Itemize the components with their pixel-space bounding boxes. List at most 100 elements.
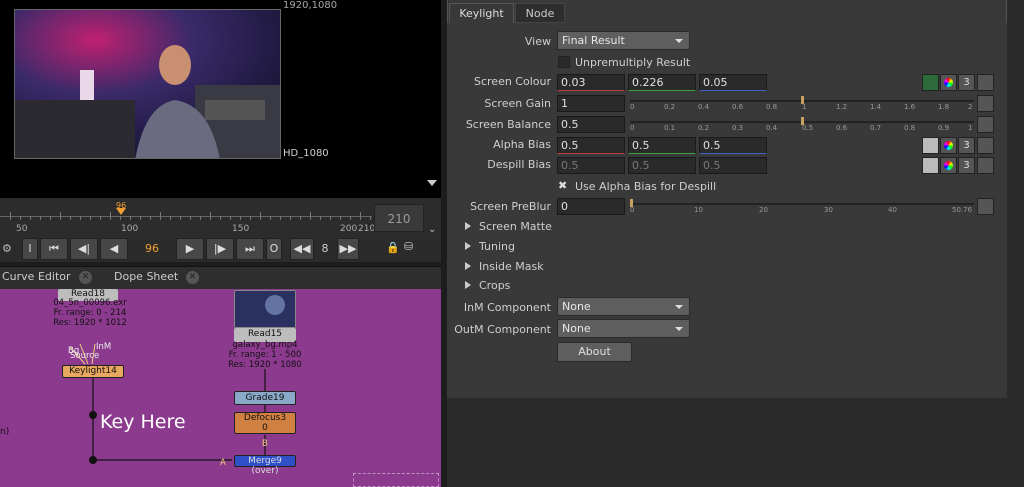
inm-component-dropdown[interactable]: None — [557, 297, 690, 316]
despill-bias-b[interactable]: 0.5 — [699, 157, 767, 174]
despill-bias-r[interactable]: 0.5 — [557, 157, 625, 174]
animation-curve-icon[interactable] — [977, 198, 994, 215]
last-frame-button[interactable]: ⏭ — [236, 238, 264, 260]
gear-icon[interactable]: ⚙ — [2, 242, 12, 255]
node-title: Read15 — [247, 329, 283, 339]
close-icon[interactable]: ✕ — [186, 271, 199, 284]
tab-node[interactable]: Node — [515, 3, 565, 23]
tick-label: 150 — [232, 224, 250, 234]
input-label: Source — [70, 351, 100, 361]
in-point-button[interactable]: I — [22, 238, 38, 260]
channel-count-button[interactable]: 3 — [958, 74, 975, 91]
timeline-tick — [170, 216, 171, 220]
color-swatch-icon[interactable] — [922, 137, 939, 154]
preblur-label: Screen PreBlur — [470, 200, 551, 213]
color-swatch-icon[interactable] — [922, 157, 939, 174]
step-forward-button[interactable]: ▶▶ — [337, 238, 359, 260]
color-wheel-icon[interactable] — [940, 74, 957, 91]
grade19-node[interactable]: Grade19 — [234, 391, 296, 405]
merge9-node[interactable]: Merge9 (over) — [234, 455, 296, 476]
timeline-tick — [240, 216, 241, 220]
color-wheel-icon[interactable] — [940, 137, 957, 154]
timeline-tick — [40, 216, 41, 220]
use-alpha-bias-checkbox[interactable]: ✖ — [558, 179, 567, 192]
outm-component-label: OutM Component — [454, 323, 551, 336]
defocus3-node[interactable]: Defocus3 0 — [234, 412, 296, 434]
alpha-bias-b[interactable]: 0.5 — [699, 137, 767, 154]
timeline-tick — [270, 216, 271, 220]
alpha-bias-r[interactable]: 0.5 — [557, 137, 625, 154]
node-res: Res: 1920 * 1012 — [53, 318, 127, 328]
color-wheel-icon[interactable] — [940, 157, 957, 174]
animation-curve-icon[interactable] — [977, 74, 994, 91]
timeline-tick — [150, 216, 151, 220]
timeline-tick — [370, 216, 371, 220]
unpremultiply-checkbox[interactable] — [558, 56, 570, 68]
viewer[interactable]: 1920,1080 HD_1080 — [0, 0, 441, 198]
viewer-menu-icon[interactable] — [427, 180, 437, 186]
step-back-button[interactable]: ◀◀ — [290, 238, 314, 260]
screen-balance-slider[interactable]: 0 0.1 0.2 0.3 0.4 0.5 0.6 0.7 0.8 0.9 1 — [630, 117, 974, 133]
timeline-tick — [250, 216, 251, 220]
section-inside-mask[interactable]: Inside Mask — [465, 260, 544, 273]
playhead-icon[interactable] — [116, 208, 126, 215]
section-crops[interactable]: Crops — [464, 279, 510, 292]
keylight14-node[interactable]: Keylight14 — [62, 365, 124, 378]
animation-curve-icon[interactable] — [977, 157, 994, 174]
outm-component-dropdown[interactable]: None — [557, 319, 690, 338]
channel-count-button[interactable]: 3 — [958, 157, 975, 174]
close-icon[interactable]: ✕ — [79, 271, 92, 284]
current-frame-field[interactable]: 96 — [132, 238, 172, 260]
node-file: galaxy_bg.mp4 — [232, 340, 298, 350]
node-graph[interactable]: Read18 04_5n_00096.exr Fr. range: 0 - 21… — [0, 289, 441, 487]
tick-label: 200 — [340, 224, 358, 234]
view-dropdown[interactable]: Final Result — [557, 31, 690, 50]
alpha-bias-g[interactable]: 0.5 — [628, 137, 696, 154]
section-screen-matte[interactable]: Screen Matte — [465, 220, 552, 233]
key-here-note: Key Here — [100, 411, 186, 433]
timeline-tick — [30, 216, 31, 220]
timeline-tick — [70, 216, 71, 220]
preblur-field[interactable]: 0 — [557, 198, 625, 215]
lock-icon[interactable]: 🔒 — [386, 241, 400, 254]
screen-gain-slider[interactable]: 0 0.2 0.4 0.6 0.8 1 1.2 1.4 1.6 1.8 2 — [630, 96, 974, 112]
tab-curve-editor[interactable]: Curve Editor — [2, 270, 71, 283]
screen-balance-label: Screen Balance — [465, 118, 551, 131]
screen-colour-b[interactable]: 0.05 — [699, 74, 767, 91]
timeline-tick — [120, 216, 121, 220]
step-field[interactable]: 8 — [314, 238, 336, 260]
animation-curve-icon[interactable] — [977, 116, 994, 133]
prev-key-button[interactable]: ◀| — [70, 238, 98, 260]
edge-text: n) — [0, 427, 10, 437]
input-label: InM — [96, 342, 112, 352]
timeline-ruler[interactable]: 50 100 150 200 210 — [0, 198, 375, 238]
tab-keylight[interactable]: Keylight — [449, 3, 514, 23]
a-input-label: A — [220, 458, 226, 468]
end-frame-field[interactable]: 210 — [374, 204, 424, 232]
eyedropper-icon[interactable] — [922, 74, 939, 91]
chevron-down-icon[interactable]: ⌄ — [428, 224, 436, 235]
first-frame-button[interactable]: ⏮ — [40, 238, 68, 260]
read15-thumbnail[interactable] — [234, 290, 296, 328]
timeline-tick — [90, 216, 91, 220]
animation-curve-icon[interactable] — [977, 95, 994, 112]
screen-colour-r[interactable]: 0.03 — [557, 74, 625, 91]
animation-curve-icon[interactable] — [977, 137, 994, 154]
screen-gain-field[interactable]: 1 — [557, 95, 625, 112]
tab-dope-sheet[interactable]: Dope Sheet — [114, 270, 178, 283]
screen-colour-g[interactable]: 0.226 — [628, 74, 696, 91]
panel-scrollbar[interactable] — [1007, 0, 1024, 487]
about-button[interactable]: About — [557, 342, 632, 362]
backdrop-node[interactable] — [353, 473, 439, 487]
channel-count-button[interactable]: 3 — [958, 137, 975, 154]
flipbook-icon[interactable]: ⛁ — [404, 240, 413, 253]
play-forward-button[interactable]: ▶ — [176, 238, 204, 260]
despill-bias-g[interactable]: 0.5 — [628, 157, 696, 174]
next-key-button[interactable]: |▶ — [206, 238, 234, 260]
screen-balance-field[interactable]: 0.5 — [557, 116, 625, 133]
timeline-tick — [190, 216, 191, 220]
out-point-button[interactable]: O — [266, 238, 282, 260]
play-reverse-button[interactable]: ◀ — [100, 238, 128, 260]
preblur-slider[interactable]: 0 10 20 30 40 50.76 — [630, 199, 974, 215]
section-tuning[interactable]: Tuning — [464, 240, 515, 253]
